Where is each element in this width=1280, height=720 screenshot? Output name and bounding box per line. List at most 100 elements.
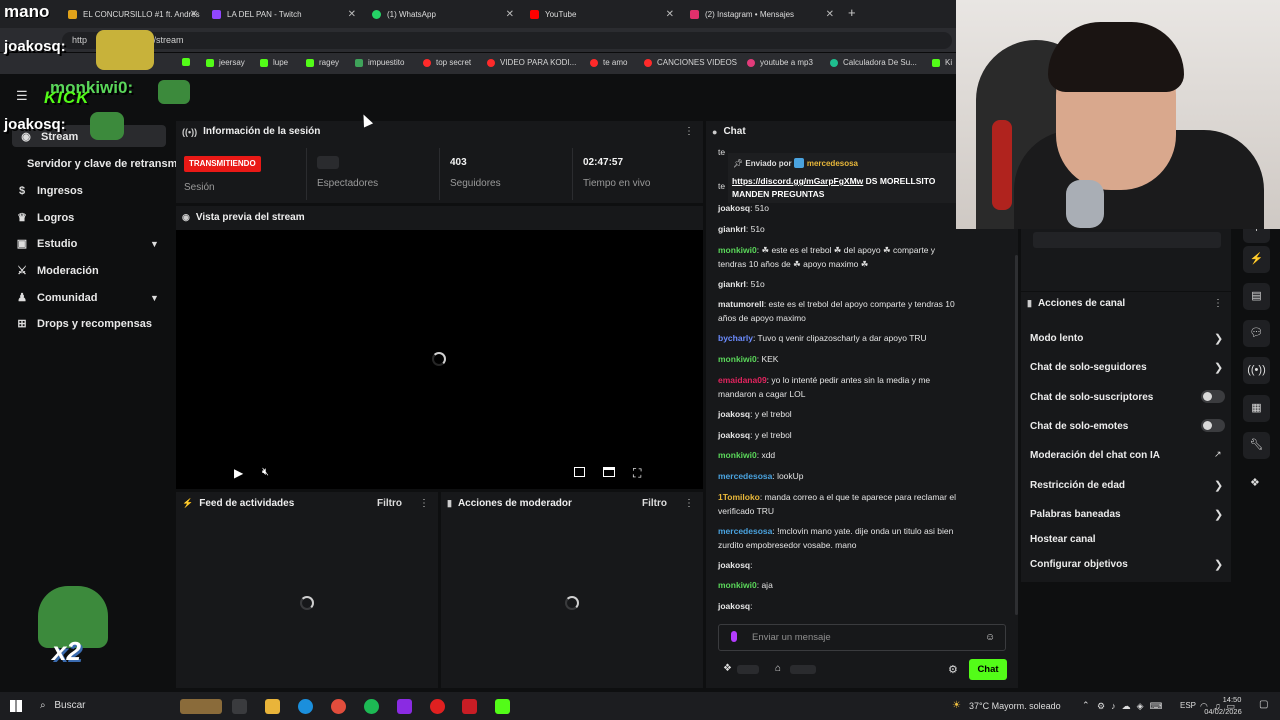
chat-username[interactable]: emaidana09: [718, 375, 767, 385]
chat-username[interactable]: joakosq: [718, 601, 750, 611]
bookmark-video-kodi[interactable]: VIDEO PARA KODI...: [487, 58, 576, 67]
bookmark-ki[interactable]: Ki: [932, 58, 952, 67]
clock-time[interactable]: 14:50: [1212, 695, 1252, 704]
bookmark-te-amo[interactable]: te amo: [590, 58, 627, 67]
bookmark-jeersay[interactable]: jeersay: [206, 58, 245, 67]
new-tab-button[interactable]: +: [848, 5, 856, 20]
chat-username[interactable]: joakosq: [718, 560, 750, 570]
sidebar-item-moderacion[interactable]: ⚔ Moderación: [16, 265, 99, 277]
chat-username[interactable]: bycharly: [718, 333, 753, 343]
chevron-down-icon[interactable]: ▼: [150, 293, 159, 303]
bookmark-impuestito[interactable]: impuestito: [355, 58, 404, 67]
chat-username[interactable]: monkiwi0: [718, 245, 757, 255]
action-followers-only[interactable]: Chat de solo-seguidores: [1030, 362, 1147, 373]
mute-icon[interactable]: 🔇︎: [262, 466, 269, 479]
more-options-icon[interactable]: ⋮: [684, 126, 694, 137]
chevron-down-icon[interactable]: ▼: [150, 239, 159, 249]
sidebar-item-server-key[interactable]: Servidor y clave de retransm: [27, 158, 177, 170]
action-banned-words[interactable]: Palabras baneadas: [1030, 509, 1121, 520]
url-field[interactable]: http ck.com/stream: [62, 32, 952, 49]
emoji-icon[interactable]: ☺: [985, 632, 995, 643]
chevron-right-icon[interactable]: ❯: [1214, 508, 1223, 521]
chat-username[interactable]: monkiwi0: [718, 354, 757, 364]
chat-bubble-icon[interactable]: 💬︎: [1243, 320, 1270, 347]
tab-whatsapp[interactable]: (1) WhatsApp ✕: [364, 3, 518, 25]
subscribers-only-toggle[interactable]: [1201, 390, 1225, 403]
more-options-icon[interactable]: ⋮: [1213, 298, 1223, 309]
chat-username[interactable]: joakosq: [718, 430, 750, 440]
tab-youtube[interactable]: YouTube ✕: [522, 3, 678, 25]
chevron-right-icon[interactable]: ❯: [1214, 558, 1223, 571]
action-subscribers-only[interactable]: Chat de solo-suscriptores: [1030, 392, 1153, 403]
discord-link[interactable]: https://discord.gg/mGarpFgXMw: [732, 176, 863, 186]
external-link-icon[interactable]: ↗: [1214, 449, 1222, 460]
chat-username[interactable]: giankrl: [718, 279, 746, 289]
capcut-icon[interactable]: [397, 699, 412, 714]
close-icon[interactable]: ✕: [506, 9, 514, 20]
close-icon[interactable]: ✕: [666, 9, 674, 20]
edge-icon[interactable]: [298, 699, 313, 714]
mod-tools-icon[interactable]: ▦: [1243, 395, 1270, 422]
bookmark-item[interactable]: [182, 58, 195, 66]
tab-instagram[interactable]: (2) Instagram • Mensajes ✕: [682, 3, 838, 25]
chat-username[interactable]: joakosq: [718, 409, 750, 419]
gear-icon[interactable]: ⚙: [948, 663, 958, 676]
hamburger-menu-icon[interactable]: ☰: [16, 88, 28, 104]
close-icon[interactable]: ✕: [190, 9, 198, 20]
sidebar-item-comunidad[interactable]: ♟ Comunidad: [16, 292, 97, 304]
chat-username[interactable]: mercedesosa: [718, 471, 772, 481]
notification-icon[interactable]: ▢: [1259, 699, 1268, 710]
clipboard-icon[interactable]: ▤: [1243, 283, 1270, 310]
action-age-restriction[interactable]: Restricción de edad: [1030, 480, 1125, 491]
chevron-right-icon[interactable]: ❯: [1214, 479, 1223, 492]
chat-username[interactable]: monkiwi0: [718, 450, 757, 460]
close-icon[interactable]: ✕: [348, 9, 356, 20]
tab-concursillo[interactable]: EL CONCURSILLO #1 ft. Andrés ✕: [60, 3, 202, 25]
tab-twitch[interactable]: LA DEL PAN - Twitch ✕: [204, 3, 360, 25]
sidebar-item-drops[interactable]: ⊞ Drops y recompensas: [16, 318, 152, 330]
bookmark-lupe[interactable]: lupe: [260, 58, 288, 67]
chat-scrollbar[interactable]: [1015, 255, 1018, 615]
bookmark-top-secret[interactable]: top secret: [423, 58, 471, 67]
chat-username[interactable]: monkiwi0: [718, 580, 757, 590]
sidebar-item-ingresos[interactable]: $ Ingresos: [16, 185, 83, 197]
bookmark-calculadora[interactable]: Calculadora De Su...: [830, 58, 917, 67]
chat-username[interactable]: joakosq: [718, 203, 750, 213]
chat-username[interactable]: giankrl: [718, 224, 746, 234]
bookmark-canciones[interactable]: CANCIONES VIDEOS: [644, 58, 737, 67]
obs-icon[interactable]: [430, 699, 445, 714]
tray-chevron-icon[interactable]: ⌃: [1082, 700, 1090, 711]
action-slow-mode[interactable]: Modo lento: [1030, 333, 1083, 344]
chevron-right-icon[interactable]: ❯: [1214, 361, 1223, 374]
file-explorer-icon[interactable]: [265, 699, 280, 714]
lightning-icon[interactable]: ⚡: [1243, 246, 1270, 273]
chat-send-button[interactable]: Chat: [969, 659, 1007, 680]
play-icon[interactable]: ▶: [234, 466, 243, 480]
system-tray-icons[interactable]: ⚙♪☁◈⌨: [1097, 701, 1168, 712]
action-emotes-only[interactable]: Chat de solo-emotes: [1030, 421, 1128, 432]
more-options-icon[interactable]: ⋮: [684, 498, 694, 509]
weather-text[interactable]: 37°C Mayorm. soleado: [969, 701, 1061, 711]
bookmark-youtube-mp3[interactable]: youtube a mp3: [747, 58, 813, 67]
chrome-icon[interactable]: [331, 699, 346, 714]
chevron-right-icon[interactable]: ❯: [1214, 332, 1223, 345]
bookmark-ragey[interactable]: ragey: [306, 58, 339, 67]
taskbar-search[interactable]: ⌕ Buscar: [40, 700, 86, 711]
chat-username[interactable]: mercedesosa: [718, 526, 772, 536]
sidebar-item-estudio[interactable]: ▣ Estudio: [16, 238, 78, 250]
emotes-only-toggle[interactable]: [1201, 419, 1225, 432]
broadcast-icon[interactable]: ((•)): [1243, 357, 1270, 384]
points-icon[interactable]: ❖: [1250, 476, 1260, 489]
miniplayer-icon[interactable]: [574, 467, 585, 477]
action-ai-moderation[interactable]: Moderación del chat con IA: [1030, 450, 1160, 461]
clock-date[interactable]: 04/02/2026: [1199, 707, 1247, 716]
spotify-icon[interactable]: [364, 699, 379, 714]
mod-filter-button[interactable]: Filtro: [642, 498, 667, 509]
task-view-icon[interactable]: [232, 699, 247, 714]
windows-start-icon[interactable]: [10, 700, 22, 712]
video-app-icon[interactable]: [462, 699, 477, 714]
chat-username[interactable]: matumorell: [718, 299, 764, 309]
points-icon[interactable]: ❖: [723, 663, 732, 674]
kick-app-icon[interactable]: [495, 699, 510, 714]
fullscreen-icon[interactable]: ⛶: [633, 466, 641, 481]
